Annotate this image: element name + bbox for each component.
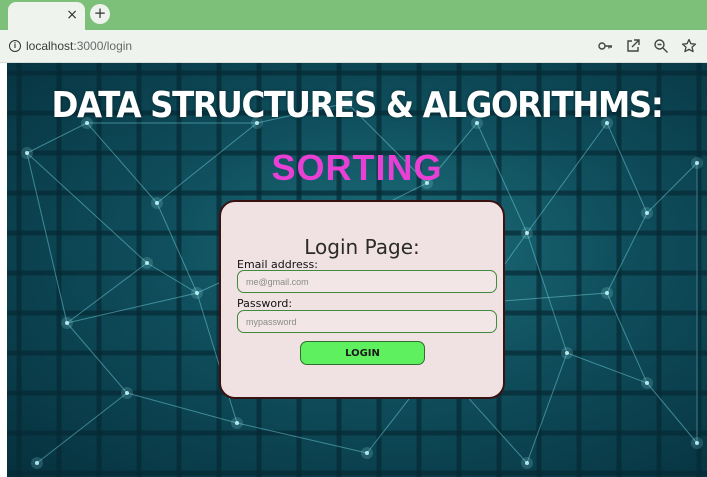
network-node xyxy=(145,261,149,265)
url-path: :3000/login xyxy=(73,39,133,53)
login-button[interactable]: LOGIN xyxy=(300,341,425,365)
network-node xyxy=(125,391,129,395)
network-node xyxy=(695,441,699,445)
network-node xyxy=(645,211,649,215)
info-icon[interactable]: i xyxy=(9,40,21,52)
browser-tab-strip: × + xyxy=(0,0,707,30)
network-line xyxy=(526,352,568,464)
key-icon[interactable] xyxy=(597,38,613,54)
network-node xyxy=(195,291,199,295)
star-icon[interactable] xyxy=(681,38,697,54)
network-node xyxy=(365,451,369,455)
network-node xyxy=(65,321,69,325)
network-line xyxy=(526,232,568,354)
browser-tab[interactable]: × xyxy=(8,2,85,30)
page-viewport: DATA STRUCTURES & ALGORITHMS: SORTING Lo… xyxy=(7,63,707,477)
new-tab-button[interactable]: + xyxy=(90,4,110,24)
network-node xyxy=(525,231,529,235)
email-field[interactable] xyxy=(237,270,497,293)
network-node xyxy=(645,381,649,385)
password-field[interactable] xyxy=(237,310,497,333)
network-node xyxy=(155,201,159,205)
page-title: DATA STRUCTURES & ALGORITHMS: xyxy=(51,85,664,126)
password-label: Password: xyxy=(237,297,293,310)
zoom-icon[interactable] xyxy=(653,38,669,54)
network-line xyxy=(36,392,128,464)
url-host: localhost xyxy=(26,39,74,53)
address-bar-actions xyxy=(597,38,697,54)
network-node xyxy=(565,351,569,355)
network-line xyxy=(606,292,648,384)
network-node xyxy=(35,461,39,465)
network-node xyxy=(235,421,239,425)
login-heading: Login Page: xyxy=(304,235,420,259)
page-subtitle: SORTING xyxy=(271,147,443,188)
address-bar[interactable]: i localhost:3000/login xyxy=(0,30,707,63)
url-text[interactable]: localhost:3000/login xyxy=(26,39,132,53)
network-node xyxy=(525,461,529,465)
open-external-icon[interactable] xyxy=(625,38,641,54)
login-card: Login Page: Email address: Password: LOG… xyxy=(219,200,505,399)
tab-close-icon[interactable]: × xyxy=(66,7,78,23)
network-node xyxy=(605,291,609,295)
network-line xyxy=(146,262,198,294)
network-line xyxy=(606,212,648,294)
